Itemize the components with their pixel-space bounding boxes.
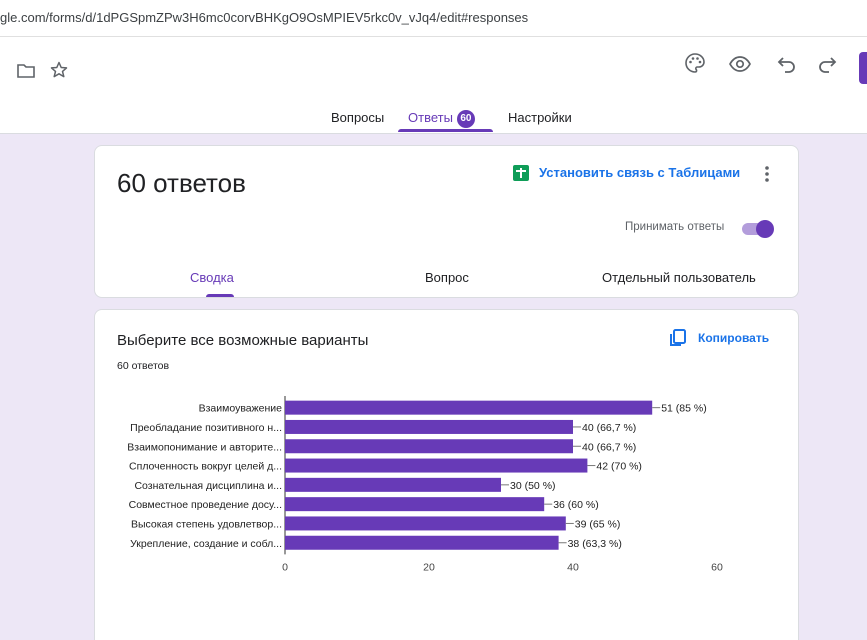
tab-questions[interactable]: Вопросы: [331, 110, 384, 125]
tab-responses[interactable]: Ответы 60: [408, 110, 475, 128]
data-label: 40 (66,7 %): [582, 441, 636, 453]
data-label: 30 (50 %): [510, 480, 556, 492]
redo-icon[interactable]: [817, 55, 837, 73]
bar: [285, 400, 653, 415]
subtab-summary[interactable]: Сводка: [190, 270, 234, 285]
bar: [285, 516, 566, 531]
category-label: Сплоченность вокруг целей д...: [129, 461, 282, 473]
more-vert-icon[interactable]: [763, 165, 771, 183]
palette-icon[interactable]: [684, 52, 706, 74]
data-label: 51 (85 %): [661, 403, 707, 415]
category-label: Сознательная дисциплина и...: [134, 480, 282, 492]
data-label: 38 (63,3 %): [568, 538, 622, 550]
folder-icon[interactable]: [16, 61, 36, 81]
x-tick-label: 20: [423, 561, 435, 573]
response-count-title: 60 ответов: [117, 168, 246, 198]
bar: [285, 458, 588, 473]
accept-responses-toggle[interactable]: [742, 220, 774, 238]
category-label: Взаимоуважение: [199, 403, 283, 415]
data-label: 42 (70 %): [596, 461, 642, 473]
bar: [285, 497, 545, 512]
send-button[interactable]: [859, 52, 867, 84]
browser-address-bar[interactable]: gle.com/forms/d/1dPGSpmZPw3H6mc0corvBHKg…: [0, 0, 867, 37]
accept-responses-label: Принимать ответы: [625, 221, 725, 233]
bar: [285, 439, 573, 454]
x-tick-label: 60: [711, 561, 723, 573]
link-to-sheets-button[interactable]: Установить связь с Таблицами: [539, 165, 740, 180]
subtab-question[interactable]: Вопрос: [425, 270, 469, 285]
responses-bar-chart: Взаимоуважение 51 (85 %) Преобладание пози…: [127, 396, 723, 573]
tab-settings[interactable]: Настройки: [508, 110, 572, 125]
data-label: 39 (65 %): [575, 518, 621, 530]
bar: [285, 535, 559, 550]
responses-count-badge: 60: [456, 110, 475, 128]
x-tick-label: 0: [282, 561, 288, 573]
bar: [285, 477, 501, 492]
active-tab-indicator: [398, 129, 493, 132]
url-text[interactable]: gle.com/forms/d/1dPGSpmZPw3H6mc0corvBHKg…: [0, 10, 528, 25]
question-summary-card: Выберите все возможные варианты 60 ответ…: [94, 309, 799, 640]
tab-responses-label: Ответы: [408, 110, 453, 125]
active-subtab-indicator: [206, 294, 234, 297]
category-label: Совместное проведение досу...: [129, 499, 282, 511]
category-label: Высокая степень удовлетвор...: [131, 518, 282, 530]
undo-icon[interactable]: [777, 55, 797, 73]
x-tick-label: 40: [567, 561, 579, 573]
subtab-individual[interactable]: Отдельный пользователь: [602, 270, 756, 285]
data-label: 40 (66,7 %): [582, 422, 636, 434]
responses-summary-card: 60 ответов Установить связь с Таблицами …: [94, 145, 799, 298]
category-label: Укрепление, создание и собл...: [130, 538, 282, 550]
sheets-icon[interactable]: [513, 165, 529, 181]
toggle-knob: [756, 220, 774, 238]
category-label: Взаимопонимание и авторите...: [127, 441, 282, 453]
forms-toolbar: Вопросы Ответы 60 Настройки: [0, 37, 867, 134]
star-icon[interactable]: [49, 60, 69, 80]
category-label: Преобладание позитивного н...: [130, 422, 282, 434]
preview-eye-icon[interactable]: [728, 54, 752, 74]
bar: [285, 419, 573, 434]
data-label: 36 (60 %): [553, 499, 599, 511]
